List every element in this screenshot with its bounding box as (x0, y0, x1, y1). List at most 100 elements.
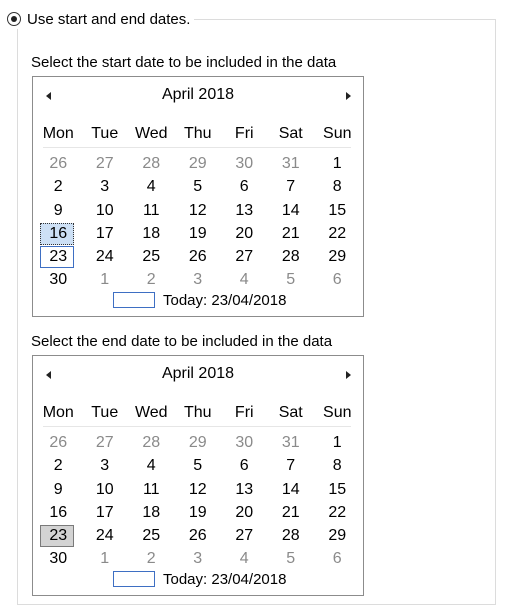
day-cell[interactable]: 9 (35, 199, 82, 222)
day-number: 3 (193, 271, 203, 289)
day-number: 2 (146, 271, 156, 289)
day-cell[interactable]: 23 (35, 524, 82, 548)
day-cell[interactable]: 7 (268, 175, 315, 198)
day-cell[interactable]: 26 (35, 431, 82, 454)
day-cell[interactable]: 12 (175, 478, 222, 501)
day-cell[interactable]: 19 (175, 501, 222, 524)
day-cell[interactable]: 2 (128, 268, 175, 291)
month-title[interactable]: April 2018 (33, 365, 363, 383)
day-number: 6 (239, 178, 249, 196)
day-cell[interactable]: 4 (128, 175, 175, 198)
day-cell[interactable]: 17 (82, 501, 129, 524)
day-cell[interactable]: 14 (268, 478, 315, 501)
day-cell[interactable]: 28 (268, 245, 315, 268)
day-cell[interactable]: 6 (221, 175, 268, 198)
day-cell[interactable]: 26 (35, 152, 82, 175)
day-cell[interactable]: 3 (175, 268, 222, 291)
day-cell[interactable]: 30 (221, 152, 268, 175)
day-cell[interactable]: 7 (268, 454, 315, 477)
day-cell[interactable]: 6 (314, 268, 361, 291)
day-cell[interactable]: 1 (314, 152, 361, 175)
day-cell[interactable]: 5 (268, 268, 315, 291)
today-link[interactable]: Today: 23/04/2018 (113, 569, 286, 589)
day-cell[interactable]: 15 (314, 199, 361, 222)
day-cell[interactable]: 21 (268, 222, 315, 245)
day-cell[interactable]: 31 (268, 152, 315, 175)
day-cell[interactable]: 29 (175, 431, 222, 454)
day-cell[interactable]: 22 (314, 222, 361, 245)
day-cell[interactable]: 25 (128, 524, 175, 547)
day-cell[interactable]: 2 (35, 175, 82, 198)
end-date-calendar[interactable]: April 2018 Mon Tue Wed Thu Fri Sat Sun 26 27 28 2… (32, 355, 364, 596)
day-cell[interactable]: 2 (128, 547, 175, 570)
day-cell[interactable]: 24 (82, 524, 129, 547)
day-cell[interactable]: 10 (82, 478, 129, 501)
day-cell[interactable]: 29 (314, 245, 361, 268)
day-cell[interactable]: 8 (314, 454, 361, 477)
day-number: 17 (95, 503, 114, 521)
radio-button[interactable] (7, 12, 21, 26)
month-title[interactable]: April 2018 (33, 86, 363, 104)
day-cell[interactable]: 13 (221, 478, 268, 501)
day-cell[interactable]: 27 (82, 431, 129, 454)
day-cell[interactable]: 2 (35, 454, 82, 477)
day-cell[interactable]: 3 (175, 547, 222, 570)
day-cell[interactable]: 30 (221, 431, 268, 454)
day-cell[interactable]: 4 (221, 547, 268, 570)
day-cell[interactable]: 31 (268, 431, 315, 454)
today-link[interactable]: Today: 23/04/2018 (113, 290, 286, 310)
day-cell[interactable]: 3 (82, 454, 129, 477)
day-cell[interactable]: 30 (35, 268, 82, 291)
day-cell[interactable]: 20 (221, 222, 268, 245)
day-number: 9 (53, 480, 63, 498)
day-cell[interactable]: 1 (82, 268, 129, 291)
day-cell[interactable]: 14 (268, 199, 315, 222)
day-cell[interactable]: 16 (35, 501, 82, 524)
use-dates-option[interactable]: Use start and end dates. (7, 9, 195, 29)
day-cell[interactable]: 23 (35, 245, 82, 269)
day-cell[interactable]: 4 (221, 268, 268, 291)
day-cell[interactable]: 28 (128, 152, 175, 175)
day-cell[interactable]: 20 (221, 501, 268, 524)
day-cell[interactable]: 15 (314, 478, 361, 501)
day-cell[interactable]: 29 (314, 524, 361, 547)
day-cell[interactable]: 19 (175, 222, 222, 245)
day-cell[interactable]: 3 (82, 175, 129, 198)
day-cell[interactable]: 13 (221, 199, 268, 222)
day-cell[interactable]: 8 (314, 175, 361, 198)
day-cell[interactable]: 25 (128, 245, 175, 268)
day-cell[interactable]: 24 (82, 245, 129, 268)
day-cell[interactable]: 27 (221, 524, 268, 547)
day-cell[interactable]: 6 (221, 454, 268, 477)
day-cell[interactable]: 1 (314, 431, 361, 454)
day-cell[interactable]: 27 (82, 152, 129, 175)
day-cell[interactable]: 26 (175, 245, 222, 268)
day-cell[interactable]: 18 (128, 222, 175, 245)
day-cell[interactable]: 29 (175, 152, 222, 175)
day-cell[interactable]: 11 (128, 478, 175, 501)
day-cell[interactable]: 11 (128, 199, 175, 222)
day-cell[interactable]: 16 (35, 222, 82, 246)
day-cell[interactable]: 27 (221, 245, 268, 268)
day-cell[interactable]: 22 (314, 501, 361, 524)
day-cell[interactable]: 26 (175, 524, 222, 547)
day-cell[interactable]: 28 (268, 524, 315, 547)
day-cell[interactable]: 5 (175, 175, 222, 198)
day-cell[interactable]: 4 (128, 454, 175, 477)
day-cell[interactable]: 18 (128, 501, 175, 524)
day-cell[interactable]: 30 (35, 547, 82, 570)
day-cell[interactable]: 5 (175, 454, 222, 477)
day-cell[interactable]: 17 (82, 222, 129, 245)
day-cell[interactable]: 28 (128, 431, 175, 454)
day-cell[interactable]: 21 (268, 501, 315, 524)
day-cell[interactable]: 6 (314, 547, 361, 570)
day-cell[interactable]: 10 (82, 199, 129, 222)
next-month-button[interactable] (339, 87, 357, 105)
day-cell[interactable]: 12 (175, 199, 222, 222)
day-cell[interactable]: 1 (82, 547, 129, 570)
next-month-button[interactable] (339, 366, 357, 384)
start-date-calendar[interactable]: April 2018 Mon Tue Wed Thu Fri Sat Sun 26 27 28 2… (32, 76, 364, 317)
day-number: 3 (100, 178, 110, 196)
day-cell[interactable]: 9 (35, 478, 82, 501)
day-cell[interactable]: 5 (268, 547, 315, 570)
